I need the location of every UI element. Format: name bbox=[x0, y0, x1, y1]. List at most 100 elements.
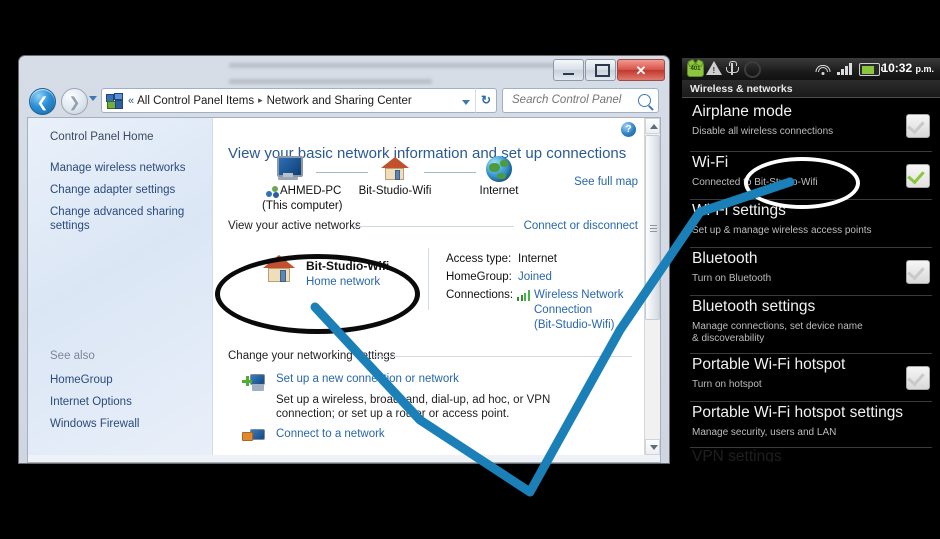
warning-triangle-icon: ! bbox=[706, 61, 722, 75]
alarm-count: 401 bbox=[690, 66, 701, 72]
sidebar-item-change-adapter-settings[interactable]: Change adapter settings bbox=[28, 183, 175, 197]
row-title: Portable Wi-Fi hotspot bbox=[692, 356, 846, 373]
control-panel-icon bbox=[106, 93, 123, 109]
grip-lines-icon bbox=[650, 225, 657, 226]
airplane-mode-checkbox[interactable] bbox=[906, 114, 930, 138]
row-title: Bluetooth bbox=[692, 250, 758, 267]
row-title: Bluetooth settings bbox=[692, 298, 816, 315]
detail-value-connection-line1[interactable]: Wireless Network bbox=[534, 289, 623, 301]
android-settings-panel: 401 ! 10:32 p.m. Wireless & networks Air… bbox=[682, 58, 940, 462]
android-row-vpn-settings[interactable]: VPN settings bbox=[682, 448, 940, 462]
row-subtitle: Turn on hotspot bbox=[692, 379, 762, 390]
control-panel-window: ✕ ❮ ❯ « All Control Panel Items ▸ Networ… bbox=[18, 55, 670, 464]
map-node-computer-sub: (This computer) bbox=[262, 200, 343, 212]
check-icon bbox=[907, 368, 925, 387]
scroll-down-button[interactable] bbox=[645, 439, 660, 455]
breadcrumb-overflow-chevron[interactable]: « bbox=[128, 95, 134, 107]
android-status-bar: 401 ! 10:32 p.m. bbox=[682, 58, 940, 80]
detail-key-access-type: Access type: bbox=[446, 253, 512, 265]
sidebar-item-internet-options[interactable]: Internet Options bbox=[28, 395, 132, 409]
chevron-up-icon bbox=[650, 124, 658, 129]
sidebar-item-homegroup[interactable]: HomeGroup bbox=[28, 373, 113, 387]
detail-key-homegroup: HomeGroup: bbox=[446, 271, 512, 283]
main-pane: ? View your basic network information an… bbox=[214, 118, 660, 455]
map-node-internet: Internet bbox=[479, 185, 519, 197]
android-row-airplane-mode[interactable]: Airplane mode Disable all wireless conne… bbox=[682, 100, 940, 152]
back-arrow-icon: ❮ bbox=[36, 93, 49, 110]
row-subtitle: Manage connections, set device name & di… bbox=[692, 321, 863, 344]
forward-arrow-icon: ❯ bbox=[68, 93, 81, 110]
close-icon: ✕ bbox=[635, 62, 647, 78]
change-settings-rule bbox=[374, 356, 632, 357]
search-box[interactable] bbox=[502, 88, 659, 113]
minimize-button[interactable] bbox=[553, 59, 584, 81]
sidebar-item-change-advanced-sharing[interactable]: Change advanced sharing settings bbox=[28, 205, 200, 233]
portable-hotspot-checkbox[interactable] bbox=[906, 366, 930, 390]
active-networks-title: View your active networks bbox=[228, 220, 361, 232]
see-full-map-link[interactable]: See full map bbox=[574, 176, 638, 188]
android-row-bluetooth[interactable]: Bluetooth Turn on Bluetooth bbox=[682, 248, 940, 296]
computer-icon bbox=[274, 156, 304, 182]
breadcrumb-item-network-sharing[interactable]: Network and Sharing Center bbox=[267, 95, 412, 107]
bluetooth-checkbox[interactable] bbox=[906, 260, 930, 284]
scroll-up-button[interactable] bbox=[645, 118, 660, 134]
usb-icon bbox=[726, 61, 739, 75]
search-icon bbox=[638, 94, 651, 107]
sidebar-item-manage-wireless-networks[interactable]: Manage wireless networks bbox=[28, 161, 186, 175]
background-window-ghost-text bbox=[219, 56, 569, 86]
detail-value-connection-line2[interactable]: Connection bbox=[534, 304, 592, 316]
signal-bars-icon bbox=[837, 62, 853, 75]
row-subtitle: Disable all wireless connections bbox=[692, 126, 834, 137]
detail-value-connection-line3[interactable]: (Bit-Studio-Wifi) bbox=[534, 319, 615, 331]
help-button[interactable]: ? bbox=[621, 122, 636, 137]
refresh-button[interactable]: ↻ bbox=[475, 88, 497, 113]
row-title: Portable Wi-Fi hotspot settings bbox=[692, 404, 904, 421]
breadcrumb-item-all-items[interactable]: All Control Panel Items bbox=[137, 95, 254, 107]
globe-icon bbox=[486, 156, 512, 182]
chevron-down-icon bbox=[462, 100, 470, 105]
sidebar-item-windows-firewall[interactable]: Windows Firewall bbox=[28, 417, 139, 431]
connect-to-network-link[interactable]: Connect to a network bbox=[276, 428, 385, 440]
android-row-bluetooth-settings[interactable]: Bluetooth settings Manage connections, s… bbox=[682, 296, 940, 354]
chevron-down-icon bbox=[650, 445, 658, 450]
wifi-status-icon bbox=[815, 62, 830, 75]
android-row-wifi[interactable]: Wi-Fi Connected to Bit-Studio-Wifi bbox=[682, 152, 940, 200]
sidebar: Control Panel Home Manage wireless netwo… bbox=[28, 118, 213, 455]
row-title: Airplane mode bbox=[692, 103, 792, 120]
active-network-type[interactable]: Home network bbox=[306, 276, 380, 288]
active-networks-rule bbox=[354, 226, 514, 227]
detail-value-homegroup[interactable]: Joined bbox=[518, 271, 552, 283]
status-clock: 10:32 p.m. bbox=[881, 61, 934, 75]
back-button[interactable]: ❮ bbox=[29, 88, 56, 115]
window-status-strip bbox=[27, 455, 661, 463]
vertical-scrollbar[interactable] bbox=[644, 118, 660, 455]
connect-network-icon bbox=[242, 427, 266, 447]
close-button[interactable]: ✕ bbox=[617, 59, 665, 81]
wifi-signal-icon bbox=[517, 290, 531, 301]
refresh-icon: ↻ bbox=[480, 93, 492, 107]
detail-value-access-type: Internet bbox=[518, 253, 557, 265]
history-dropdown-icon[interactable] bbox=[89, 96, 97, 101]
row-subtitle: Set up & manage wireless access points bbox=[692, 225, 872, 236]
breadcrumb[interactable]: « All Control Panel Items ▸ Network and … bbox=[101, 88, 457, 113]
scrollbar-thumb[interactable] bbox=[645, 135, 660, 320]
search-input[interactable] bbox=[510, 93, 634, 107]
circle-icon bbox=[744, 61, 761, 78]
connect-or-disconnect-link[interactable]: Connect or disconnect bbox=[524, 220, 638, 232]
android-row-wifi-settings[interactable]: Wi-Fi settings Set up & manage wireless … bbox=[682, 200, 940, 248]
house-icon-active bbox=[262, 254, 296, 284]
clock-time: 10:32 bbox=[881, 61, 913, 75]
address-dropdown-button[interactable] bbox=[457, 88, 475, 113]
android-row-portable-hotspot-settings[interactable]: Portable Wi-Fi hotspot settings Manage s… bbox=[682, 402, 940, 448]
setup-new-connection-link[interactable]: Set up a new connection or network bbox=[276, 373, 459, 385]
forward-button[interactable]: ❯ bbox=[61, 88, 88, 115]
screenshot-root: ✕ ❮ ❯ « All Control Panel Items ▸ Networ… bbox=[0, 0, 940, 539]
android-screen-title: Wireless & networks bbox=[682, 80, 940, 98]
new-connection-icon bbox=[242, 372, 266, 392]
android-row-portable-hotspot[interactable]: Portable Wi-Fi hotspot Turn on hotspot bbox=[682, 354, 940, 402]
row-subtitle: Connected to Bit-Studio-Wifi bbox=[692, 177, 818, 188]
wifi-checkbox[interactable] bbox=[906, 164, 930, 188]
breadcrumb-separator: ▸ bbox=[258, 95, 263, 105]
sidebar-item-control-panel-home[interactable]: Control Panel Home bbox=[28, 131, 154, 143]
maximize-button[interactable] bbox=[585, 59, 616, 81]
